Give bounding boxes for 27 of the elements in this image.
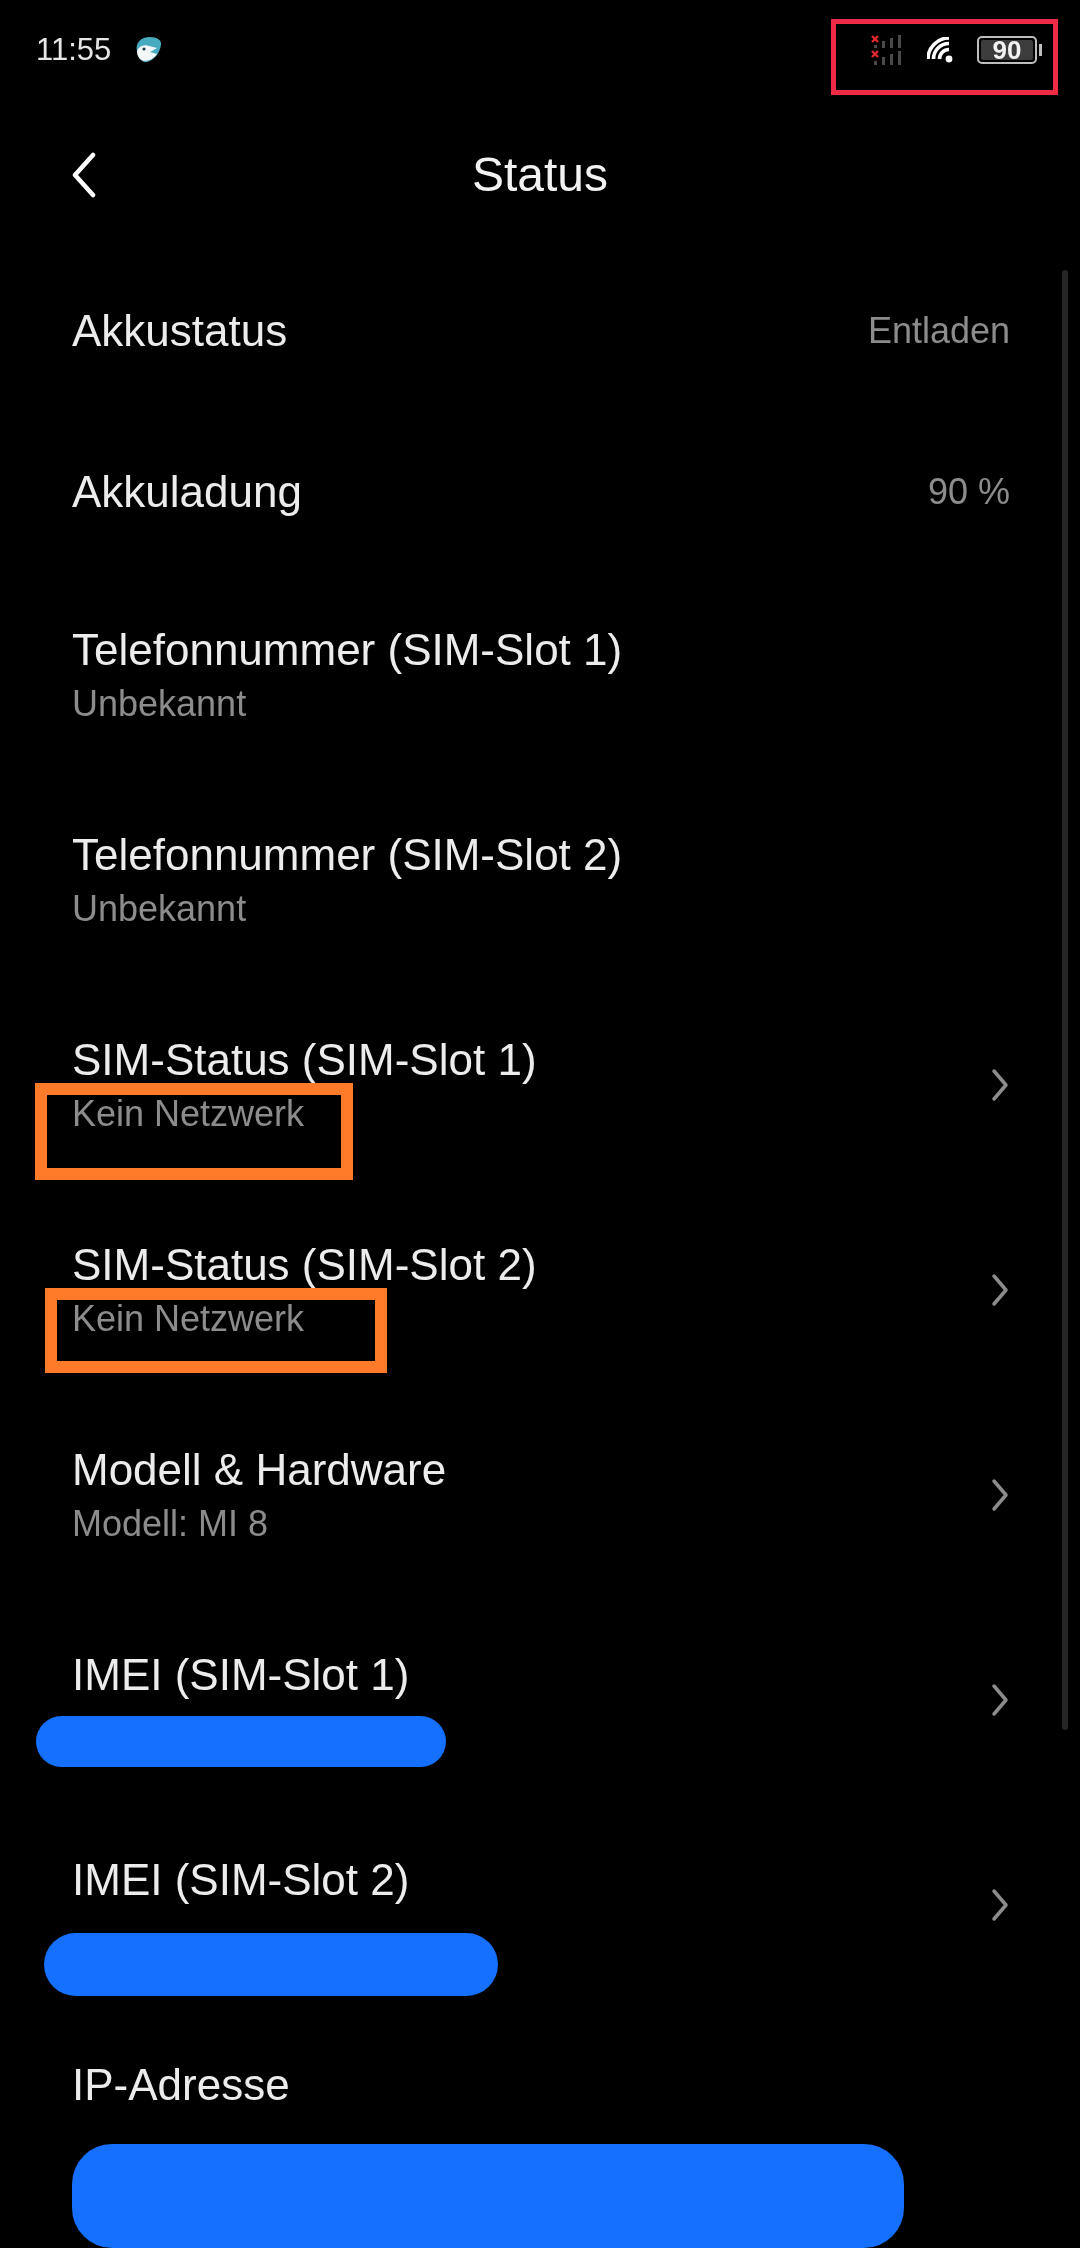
setting-value: Kein Netzwerk	[72, 1299, 305, 1338]
setting-value: Unbekannt	[72, 889, 247, 928]
wifi-icon	[927, 37, 955, 63]
setting-label[interactable]: Modell & Hardware	[72, 1446, 447, 1493]
setting-label[interactable]: IMEI (SIM-Slot 1)	[72, 1651, 410, 1698]
setting-label[interactable]: SIM-Status (SIM-Slot 1)	[72, 1036, 537, 1083]
chevron-right-icon[interactable]	[990, 1681, 1010, 1718]
setting-label: IP-Adresse	[72, 2061, 290, 2108]
setting-label: Telefonnummer (SIM-Slot 1)	[72, 626, 623, 673]
setting-label: Telefonnummer (SIM-Slot 2)	[72, 831, 623, 878]
chevron-right-icon[interactable]	[990, 1886, 1010, 1923]
setting-label[interactable]: IMEI (SIM-Slot 2)	[72, 1856, 410, 1903]
setting-label[interactable]: SIM-Status (SIM-Slot 2)	[72, 1241, 537, 1288]
chevron-right-icon[interactable]	[990, 1271, 1010, 1308]
back-icon[interactable]	[71, 152, 97, 198]
setting-value: Unbekannt	[72, 684, 247, 723]
status-time: 11:55	[36, 32, 112, 68]
setting-value: Kein Netzwerk	[72, 1094, 305, 1133]
setting-label: Akkustatus	[72, 307, 288, 354]
chevron-right-icon[interactable]	[990, 1476, 1010, 1513]
battery-level-text: 90	[992, 39, 1022, 61]
setting-value: Entladen	[867, 310, 1010, 351]
setting-label: Akkuladung	[72, 468, 302, 515]
setting-value: Modell: MI 8	[72, 1504, 269, 1543]
chevron-right-icon[interactable]	[990, 1066, 1010, 1103]
setting-value: 90 %	[927, 471, 1010, 512]
page-title: Status	[471, 147, 609, 203]
